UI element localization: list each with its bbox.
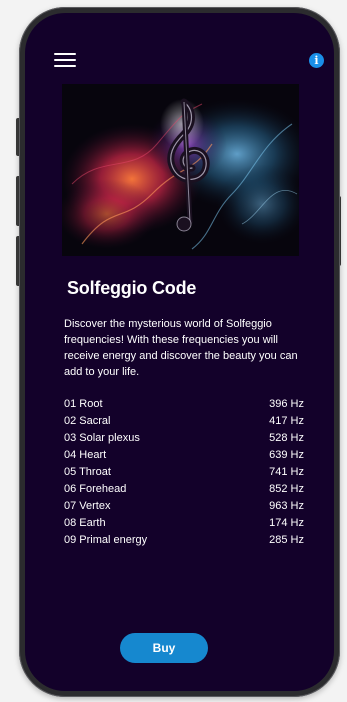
frequency-name: 05 Throat	[64, 466, 111, 478]
list-item[interactable]: 02 Sacral 417 Hz	[64, 413, 304, 430]
menu-bar	[54, 53, 76, 55]
list-item[interactable]: 08 Earth 174 Hz	[64, 515, 304, 532]
list-item[interactable]: 04 Heart 639 Hz	[64, 447, 304, 464]
frequency-list: 01 Root 396 Hz 02 Sacral 417 Hz 03 Solar…	[64, 396, 304, 549]
device-mockup: i Solfeggio Code Discover the mysterious…	[0, 0, 347, 702]
frequency-value: 174 Hz	[269, 517, 304, 529]
buy-button[interactable]: Buy	[120, 633, 208, 663]
frequency-name: 09 Primal energy	[64, 534, 148, 546]
frequency-value: 285 Hz	[269, 534, 304, 546]
list-item[interactable]: 01 Root 396 Hz	[64, 396, 304, 413]
hamburger-menu-icon[interactable]	[54, 49, 78, 69]
frequency-value: 639 Hz	[269, 449, 304, 461]
list-item[interactable]: 05 Throat 741 Hz	[64, 464, 304, 481]
frequency-name: 01 Root	[64, 398, 103, 410]
list-item[interactable]: 06 Forehead 852 Hz	[64, 481, 304, 498]
hero-image	[62, 84, 299, 256]
frequency-value: 963 Hz	[269, 500, 304, 512]
menu-bar	[54, 59, 76, 61]
page-title: Solfeggio Code	[67, 278, 197, 298]
frequency-name: 02 Sacral	[64, 415, 111, 427]
frequency-name: 07 Vertex	[64, 500, 111, 512]
frequency-name: 06 Forehead	[64, 483, 127, 495]
frequency-value: 852 Hz	[269, 483, 304, 495]
frequency-value: 396 Hz	[269, 398, 304, 410]
frequency-name: 08 Earth	[64, 517, 106, 529]
intro-description: Discover the mysterious world of Solfegg…	[64, 318, 298, 378]
app-screen: i Solfeggio Code Discover the mysterious…	[25, 13, 334, 691]
menu-bar	[54, 65, 76, 67]
frequency-value: 741 Hz	[269, 466, 304, 478]
info-icon[interactable]: i	[309, 53, 324, 68]
list-item[interactable]: 07 Vertex 963 Hz	[64, 498, 304, 515]
phone-frame: i Solfeggio Code Discover the mysterious…	[19, 7, 340, 697]
list-item[interactable]: 09 Primal energy 285 Hz	[64, 532, 304, 549]
list-item[interactable]: 03 Solar plexus 528 Hz	[64, 430, 304, 447]
frequency-name: 03 Solar plexus	[64, 432, 140, 444]
frequency-value: 417 Hz	[269, 415, 304, 427]
treble-clef-smoke-image	[62, 84, 299, 256]
frequency-value: 528 Hz	[269, 432, 304, 444]
frequency-name: 04 Heart	[64, 449, 107, 461]
